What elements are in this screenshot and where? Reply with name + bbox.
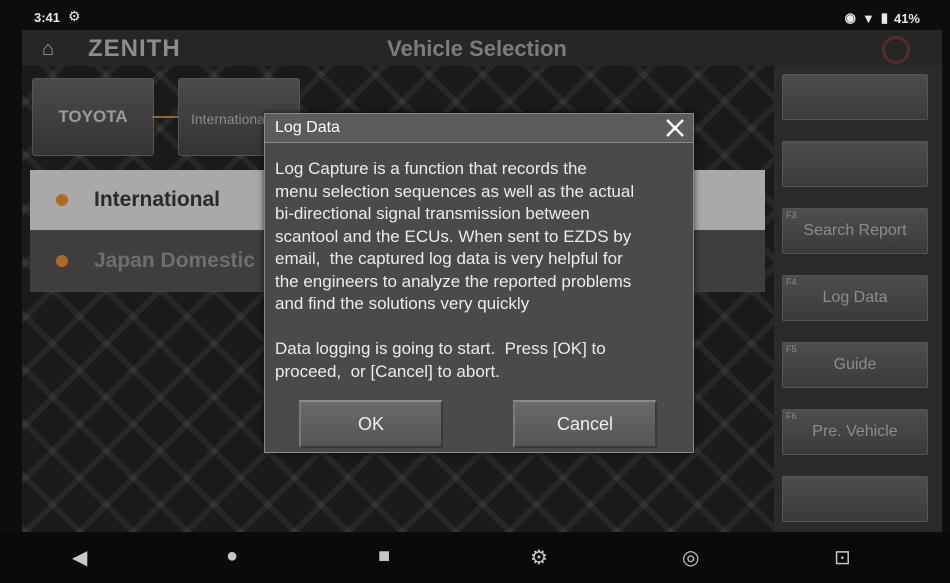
function-key-label: F6 xyxy=(786,411,797,421)
ok-button[interactable]: OK xyxy=(299,400,443,448)
back-icon[interactable]: ◀ xyxy=(72,545,87,570)
function-button-label: Guide xyxy=(833,356,877,373)
exit-icon[interactable] xyxy=(882,36,910,64)
screenshot-icon[interactable]: ⊡ xyxy=(834,545,851,570)
battery-icon: ▮ xyxy=(880,10,888,25)
breadcrumb-connector xyxy=(152,116,178,118)
function-button-f1[interactable] xyxy=(782,74,928,120)
previous-vehicle-button[interactable]: F6 Pre. Vehicle xyxy=(782,409,928,455)
page-title: Vehicle Selection xyxy=(387,36,567,61)
status-time: 3:41 xyxy=(34,10,61,25)
function-key-label: F5 xyxy=(786,344,797,354)
function-button-label: Pre. Vehicle xyxy=(812,423,898,440)
function-button-f2[interactable] xyxy=(782,141,928,187)
close-icon[interactable] xyxy=(663,116,687,140)
navigation-bar: ◀ ● ■ ⚙ ◎ ⊡ xyxy=(0,533,950,583)
app-header: ⌂ ZENITH Vehicle Selection xyxy=(22,30,942,67)
bullet-icon xyxy=(56,255,68,267)
settings-status-icon: ⚙ xyxy=(68,8,81,24)
function-key-panel: F3 Search Report F4 Log Data F5 Guide F6… xyxy=(774,66,942,532)
status-icons: ◉ ▼ ▮ 41% xyxy=(845,10,920,26)
dialog-message: Log Capture is a function that records t… xyxy=(275,159,635,381)
function-button-label: Search Report xyxy=(803,222,907,239)
dialog-titlebar: Log Data xyxy=(265,114,693,143)
function-button-f7[interactable] xyxy=(782,476,928,522)
cancel-button[interactable]: Cancel xyxy=(513,400,657,448)
dialog-title: Log Data xyxy=(275,119,340,136)
bullet-icon xyxy=(56,194,68,206)
status-bar: 3:41 ⚙ ◉ ▼ ▮ 41% xyxy=(0,0,950,34)
list-item-label: Japan Domestic xyxy=(94,249,256,272)
search-report-button[interactable]: F3 Search Report xyxy=(782,208,928,254)
function-key-label: F3 xyxy=(786,210,797,220)
list-item-label: International xyxy=(94,188,221,211)
browser-icon[interactable]: ◎ xyxy=(682,545,699,570)
recents-icon[interactable]: ■ xyxy=(378,545,390,568)
brand-label: TOYOTA xyxy=(58,107,128,126)
guide-button[interactable]: F5 Guide xyxy=(782,342,928,388)
battery-percent: 41% xyxy=(893,10,920,26)
wifi-icon: ▼ xyxy=(861,10,875,26)
log-data-dialog: Log Data Log Capture is a function that … xyxy=(264,113,694,453)
brand-button[interactable]: TOYOTA xyxy=(32,78,154,156)
region-label: International xyxy=(191,111,269,127)
log-data-button[interactable]: F4 Log Data xyxy=(782,275,928,321)
settings-icon[interactable]: ⚙ xyxy=(530,545,548,570)
home-nav-icon[interactable]: ● xyxy=(226,545,238,568)
function-key-label: F4 xyxy=(786,277,797,287)
function-button-label: Log Data xyxy=(822,289,888,306)
eye-icon: ◉ xyxy=(844,10,856,25)
